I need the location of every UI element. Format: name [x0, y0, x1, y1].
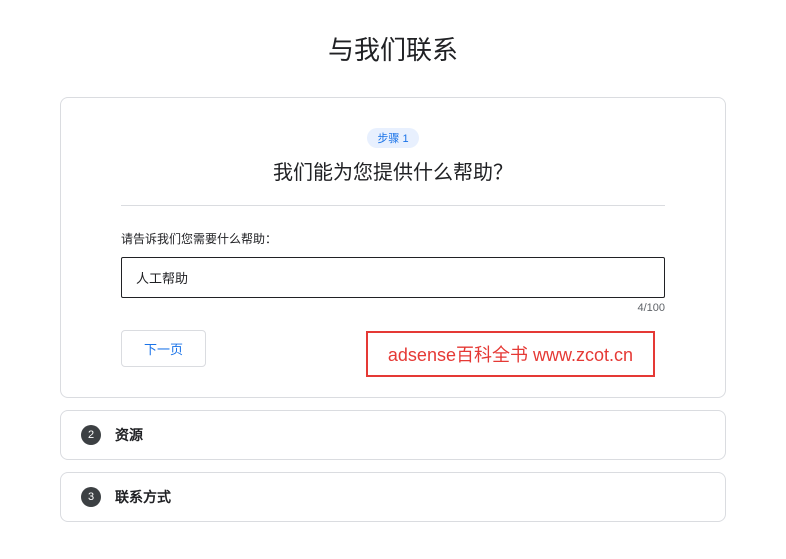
step-3-title: 联系方式 [115, 487, 171, 507]
watermark-box: adsense百科全书 www.zcot.cn [366, 331, 655, 377]
step-badge: 步骤 1 [367, 128, 418, 148]
watermark-text: adsense百科全书 www.zcot.cn [388, 345, 633, 365]
help-input[interactable] [121, 257, 665, 298]
step-question: 我们能为您提供什么帮助？ [121, 156, 665, 185]
step-1-header: 步骤 1 我们能为您提供什么帮助？ [121, 128, 665, 206]
char-counter: 4/100 [121, 302, 665, 314]
help-input-label: 请告诉我们您需要什么帮助： [121, 230, 665, 247]
step-2-title: 资源 [115, 425, 143, 445]
step-number-icon: 2 [81, 425, 101, 445]
next-button[interactable]: 下一页 [121, 330, 206, 367]
step-1-card: 步骤 1 我们能为您提供什么帮助？ 请告诉我们您需要什么帮助： 4/100 下一… [60, 97, 726, 398]
step-2-card[interactable]: 2 资源 [60, 410, 726, 460]
step-3-card[interactable]: 3 联系方式 [60, 472, 726, 522]
step-number-icon: 3 [81, 487, 101, 507]
page-title: 与我们联系 [60, 30, 726, 67]
